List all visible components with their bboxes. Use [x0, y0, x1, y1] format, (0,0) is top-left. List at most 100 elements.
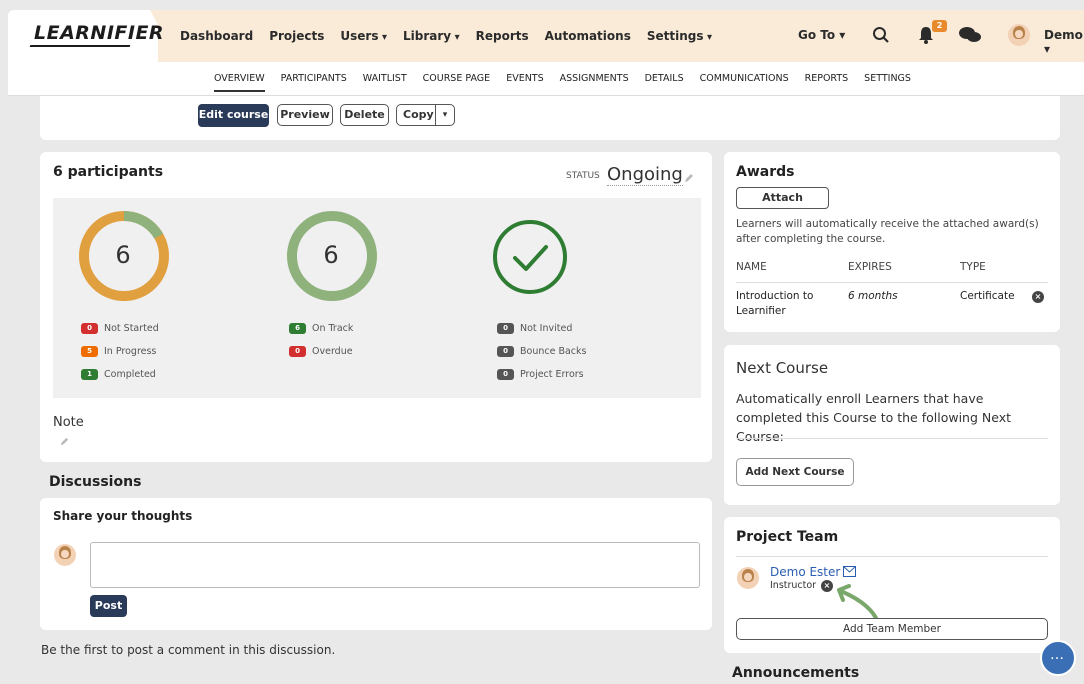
avatar [737, 567, 759, 589]
legend-label: Bounce Backs [520, 346, 587, 357]
nav-users[interactable]: Users [340, 29, 387, 43]
nav-dashboard[interactable]: Dashboard [180, 29, 253, 43]
tab-details[interactable]: DETAILS [645, 73, 684, 92]
nav-projects[interactable]: Projects [269, 29, 324, 43]
participants-title: 6 participants [53, 164, 164, 180]
award-expires: 6 months [848, 290, 898, 302]
ring-total: 6 [323, 241, 339, 269]
count-badge: 1 [81, 369, 98, 380]
count-badge: 0 [497, 369, 514, 380]
chevron-down-icon: ▾ [839, 28, 846, 42]
legend-label: Not Invited [520, 323, 573, 334]
chevron-down-icon[interactable]: ▾ [435, 105, 454, 125]
team-member-role: Instructor [770, 580, 817, 591]
notification-badge: 2 [932, 20, 947, 32]
legend-label: Project Errors [520, 369, 584, 380]
legend-on-track: 6 On Track [289, 323, 353, 334]
divider [736, 282, 1048, 283]
user-menu[interactable]: Demo ▾ [1044, 28, 1084, 56]
nav-reports[interactable]: Reports [476, 29, 529, 43]
count-badge: 5 [81, 346, 98, 357]
status-label: STATUS [566, 171, 600, 181]
count-badge: 0 [497, 346, 514, 357]
tab-waitlist[interactable]: WAITLIST [363, 73, 407, 92]
edit-note-icon[interactable] [59, 436, 70, 447]
nav-settings[interactable]: Settings [647, 29, 712, 43]
user-name: Demo [1044, 28, 1083, 42]
nav-library[interactable]: Library [403, 29, 460, 43]
comment-input[interactable] [90, 542, 700, 588]
remove-award-icon[interactable]: × [1032, 291, 1044, 303]
chat-support-icon[interactable] [1040, 640, 1076, 676]
add-team-member-button[interactable]: Add Team Member [736, 618, 1048, 640]
status-value[interactable]: Ongoing [607, 164, 683, 186]
logo[interactable]: LEARNIFIER [34, 22, 164, 44]
chevron-down-icon: ▾ [1044, 42, 1051, 56]
add-next-course-button[interactable]: Add Next Course [736, 458, 854, 486]
count-badge: 0 [289, 346, 306, 357]
edit-status-icon[interactable] [683, 172, 695, 184]
discussions-title: Discussions [49, 474, 142, 490]
delete-button[interactable]: Delete [340, 104, 389, 126]
subnav-tabs: OVERVIEW PARTICIPANTS WAITLIST COURSE PA… [214, 73, 911, 92]
chat-icon[interactable] [958, 26, 982, 44]
legend-not-started: 0 Not Started [81, 323, 159, 334]
user-avatar[interactable] [1008, 24, 1030, 46]
legend-completed: 1 Completed [81, 369, 156, 380]
legend-label: Overdue [312, 346, 353, 357]
ring-total: 6 [115, 241, 131, 269]
legend-label: In Progress [104, 346, 157, 357]
search-icon[interactable] [872, 26, 890, 44]
count-badge: 0 [81, 323, 98, 334]
legend-label: Completed [104, 369, 156, 380]
post-button[interactable]: Post [90, 595, 127, 617]
goto-label: Go To [798, 28, 836, 42]
awards-title: Awards [736, 164, 795, 180]
column-header-name: NAME [736, 261, 767, 273]
announcements-title: Announcements [732, 665, 860, 681]
divider [736, 556, 1048, 557]
legend-label: Not Started [104, 323, 159, 334]
goto-menu[interactable]: Go To ▾ [798, 28, 845, 42]
mail-icon[interactable] [843, 566, 856, 577]
tab-participants[interactable]: PARTICIPANTS [281, 73, 347, 92]
legend-project-errors: 0 Project Errors [497, 369, 584, 380]
column-header-type: TYPE [960, 261, 986, 273]
project-team-title: Project Team [736, 529, 839, 545]
check-icon [493, 220, 567, 294]
legend-in-progress: 5 In Progress [81, 346, 156, 357]
copy-label: Copy [403, 108, 434, 121]
award-type: Certificate [960, 290, 1015, 302]
count-badge: 0 [497, 323, 514, 334]
edit-course-button[interactable]: Edit course [198, 104, 269, 127]
legend-overdue: 0 Overdue [289, 346, 353, 357]
logo-underline [29, 45, 131, 47]
column-header-expires: EXPIRES [848, 261, 892, 273]
team-member-name[interactable]: Demo Ester [770, 565, 840, 579]
award-name: Introduction to Learnifier [736, 290, 814, 317]
main-nav: Dashboard Projects Users Library Reports… [180, 10, 712, 62]
attach-button[interactable]: Attach [736, 187, 829, 209]
tab-settings[interactable]: SETTINGS [864, 73, 911, 92]
legend-bounce-backs: 0 Bounce Backs [497, 346, 586, 357]
tab-overview[interactable]: OVERVIEW [214, 73, 265, 92]
awards-description: Learners will automatically receive the … [736, 218, 1039, 245]
tab-communications[interactable]: COMMUNICATIONS [700, 73, 789, 92]
note-label: Note [53, 415, 84, 430]
course-subnav: OVERVIEW PARTICIPANTS WAITLIST COURSE PA… [8, 62, 1084, 96]
share-label: Share your thoughts [53, 509, 193, 523]
tab-course-page[interactable]: COURSE PAGE [423, 73, 491, 92]
divider [736, 438, 1048, 439]
preview-button[interactable]: Preview [277, 104, 333, 126]
legend-not-invited: 0 Not Invited [497, 323, 572, 334]
nav-automations[interactable]: Automations [545, 29, 631, 43]
tab-events[interactable]: EVENTS [506, 73, 543, 92]
legend-label: On Track [312, 323, 354, 334]
count-badge: 6 [289, 323, 306, 334]
top-bar: LEARNIFIER Dashboard Projects Users Libr… [8, 10, 1084, 62]
tab-reports[interactable]: REPORTS [805, 73, 849, 92]
copy-button[interactable]: Copy ▾ [396, 104, 455, 126]
tab-assignments[interactable]: ASSIGNMENTS [560, 73, 629, 92]
empty-discussion-text: Be the first to post a comment in this d… [41, 643, 336, 657]
remove-member-icon[interactable]: × [821, 580, 833, 592]
